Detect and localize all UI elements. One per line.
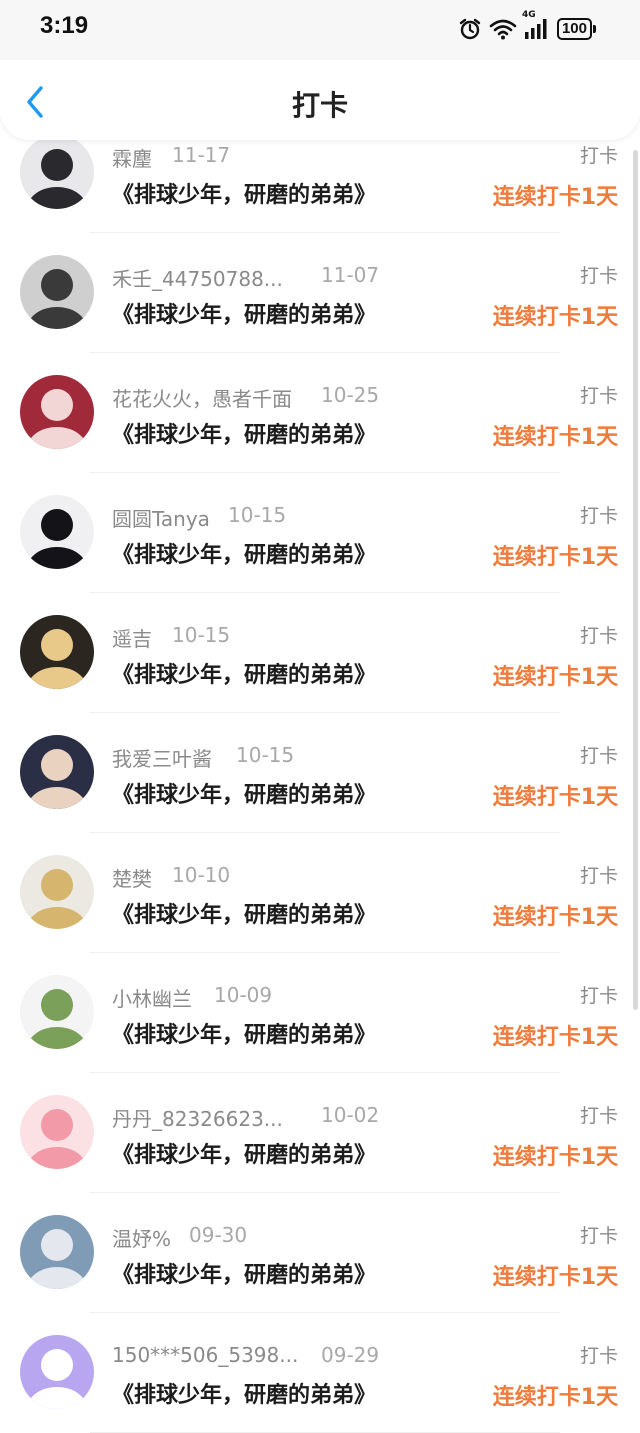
- checkin-label: 打卡: [579, 385, 618, 407]
- streak-label: 连续打卡1天: [492, 1145, 618, 1170]
- username[interactable]: 圆圆Tanya: [112, 503, 210, 532]
- list-item[interactable]: 我爱三叶酱 10-15 《排球少年，研磨的弟弟》 打卡 连续打卡1天: [0, 695, 640, 833]
- checkin-label: 打卡: [579, 505, 618, 527]
- list-item[interactable]: 丹丹_82326623... 10-02 《排球少年，研磨的弟弟》 打卡 连续打…: [0, 1055, 640, 1193]
- username[interactable]: 150***506_5398...: [112, 1343, 298, 1367]
- page-title: 打卡: [291, 89, 348, 122]
- checkin-date: 10-25: [321, 383, 380, 407]
- list-item[interactable]: 小林幽兰 10-09 《排球少年，研磨的弟弟》 打卡 连续打卡1天: [0, 935, 640, 1073]
- book-title[interactable]: 《排球少年，研磨的弟弟》: [112, 657, 376, 689]
- cellular-signal-icon: 4G: [522, 10, 550, 40]
- battery-level: 100: [556, 18, 592, 40]
- book-title[interactable]: 《排球少年，研磨的弟弟》: [112, 1017, 376, 1049]
- avatar[interactable]: [20, 255, 94, 329]
- streak-label: 连续打卡1天: [492, 1265, 618, 1290]
- book-title[interactable]: 《排球少年，研磨的弟弟》: [112, 177, 376, 209]
- checkin-label: 打卡: [579, 625, 618, 647]
- book-title[interactable]: 《排球少年，研磨的弟弟》: [112, 537, 376, 569]
- checkin-label: 打卡: [579, 745, 618, 767]
- checkin-date: 11-07: [321, 263, 380, 287]
- avatar[interactable]: [20, 135, 94, 209]
- book-title[interactable]: 《排球少年，研磨的弟弟》: [112, 777, 376, 809]
- avatar[interactable]: [20, 975, 94, 1049]
- avatar[interactable]: [20, 735, 94, 809]
- alarm-icon: [458, 17, 482, 41]
- checkin-date: 10-15: [228, 503, 287, 527]
- streak-label: 连续打卡1天: [492, 305, 618, 330]
- avatar[interactable]: [20, 1335, 94, 1409]
- checkin-label: 打卡: [579, 1225, 618, 1247]
- streak-label: 连续打卡1天: [492, 905, 618, 930]
- status-bar: 3:19 4G 100: [0, 0, 640, 60]
- book-title[interactable]: 《排球少年，研磨的弟弟》: [112, 1377, 376, 1409]
- checkin-list: 霖麈 11-17 《排球少年，研磨的弟弟》 打卡 连续打卡1天 禾壬_44750…: [0, 95, 640, 1433]
- checkin-date: 10-15: [236, 743, 295, 767]
- avatar[interactable]: [20, 615, 94, 689]
- avatar[interactable]: [20, 1215, 94, 1289]
- username[interactable]: 花花火火，愚者千面: [112, 383, 292, 412]
- streak-label: 连续打卡1天: [492, 185, 618, 210]
- checkin-label: 打卡: [579, 1345, 618, 1367]
- username[interactable]: 我爱三叶酱: [112, 743, 212, 772]
- battery-icon: 100: [556, 18, 596, 40]
- checkin-label: 打卡: [579, 1105, 618, 1127]
- book-title[interactable]: 《排球少年，研磨的弟弟》: [112, 1257, 376, 1289]
- checkin-label: 打卡: [579, 865, 618, 887]
- avatar[interactable]: [20, 1095, 94, 1169]
- list-item[interactable]: 楚樊 10-10 《排球少年，研磨的弟弟》 打卡 连续打卡1天: [0, 815, 640, 953]
- book-title[interactable]: 《排球少年，研磨的弟弟》: [112, 1137, 376, 1169]
- checkin-date: 10-15: [172, 623, 231, 647]
- checkin-date: 10-09: [214, 983, 273, 1007]
- checkin-date: 09-30: [189, 1223, 248, 1247]
- scrollbar[interactable]: [633, 150, 638, 1010]
- username[interactable]: 温妤%: [112, 1223, 171, 1252]
- avatar[interactable]: [20, 495, 94, 569]
- username[interactable]: 遥吉: [112, 623, 152, 652]
- status-time: 3:19: [40, 12, 89, 39]
- streak-label: 连续打卡1天: [492, 545, 618, 570]
- list-item[interactable]: 150***506_5398... 09-29 《排球少年，研磨的弟弟》 打卡 …: [0, 1295, 640, 1433]
- streak-label: 连续打卡1天: [492, 665, 618, 690]
- avatar[interactable]: [20, 855, 94, 929]
- list-item[interactable]: 花花火火，愚者千面 10-25 《排球少年，研磨的弟弟》 打卡 连续打卡1天: [0, 335, 640, 473]
- list-item[interactable]: 禾壬_44750788... 11-07 《排球少年，研磨的弟弟》 打卡 连续打…: [0, 215, 640, 353]
- streak-label: 连续打卡1天: [492, 425, 618, 450]
- streak-label: 连续打卡1天: [492, 785, 618, 810]
- username[interactable]: 小林幽兰: [112, 983, 192, 1012]
- avatar[interactable]: [20, 375, 94, 449]
- streak-label: 连续打卡1天: [492, 1025, 618, 1050]
- checkin-date: 09-29: [321, 1343, 380, 1367]
- checkin-date: 10-02: [321, 1103, 380, 1127]
- book-title[interactable]: 《排球少年，研磨的弟弟》: [112, 417, 376, 449]
- list-item[interactable]: 温妤% 09-30 《排球少年，研磨的弟弟》 打卡 连续打卡1天: [0, 1175, 640, 1313]
- checkin-label: 打卡: [579, 265, 618, 287]
- network-type-label: 4G: [521, 10, 536, 20]
- book-title[interactable]: 《排球少年，研磨的弟弟》: [112, 897, 376, 929]
- header: 打卡: [0, 60, 640, 140]
- status-icons: 4G 100: [458, 10, 596, 44]
- username[interactable]: 禾壬_44750788...: [112, 263, 283, 292]
- book-title[interactable]: 《排球少年，研磨的弟弟》: [112, 297, 376, 329]
- checkin-label: 打卡: [579, 985, 618, 1007]
- streak-label: 连续打卡1天: [492, 1385, 618, 1410]
- list-item[interactable]: 遥吉 10-15 《排球少年，研磨的弟弟》 打卡 连续打卡1天: [0, 575, 640, 713]
- checkin-date: 11-17: [172, 143, 231, 167]
- username[interactable]: 丹丹_82326623...: [112, 1103, 283, 1132]
- username[interactable]: 楚樊: [112, 863, 152, 892]
- wifi-icon: [489, 18, 517, 40]
- checkin-date: 10-10: [172, 863, 231, 887]
- username[interactable]: 霖麈: [112, 143, 152, 172]
- checkin-label: 打卡: [579, 145, 618, 167]
- list-item[interactable]: 圆圆Tanya 10-15 《排球少年，研磨的弟弟》 打卡 连续打卡1天: [0, 455, 640, 593]
